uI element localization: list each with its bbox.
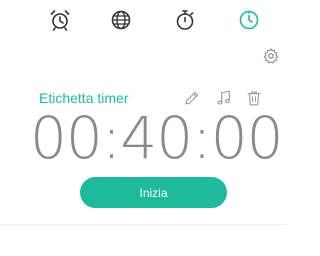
- timer-icon: [239, 10, 259, 30]
- alarm-clock-icon: [50, 10, 70, 31]
- tab-timer[interactable]: [235, 6, 263, 34]
- tab-world-clock[interactable]: [107, 6, 135, 34]
- tab-stopwatch[interactable]: [171, 6, 199, 34]
- gear-icon: [263, 48, 279, 64]
- settings-button[interactable]: [261, 46, 281, 66]
- stopwatch-icon: [176, 10, 194, 30]
- bottom-area: [0, 225, 287, 256]
- tab-alarm[interactable]: [46, 6, 74, 34]
- tab-bar: [0, 0, 287, 40]
- globe-icon: [111, 10, 131, 30]
- start-button[interactable]: Inizia: [80, 177, 227, 208]
- timer-time-display[interactable]: 00:40:00: [30, 106, 284, 170]
